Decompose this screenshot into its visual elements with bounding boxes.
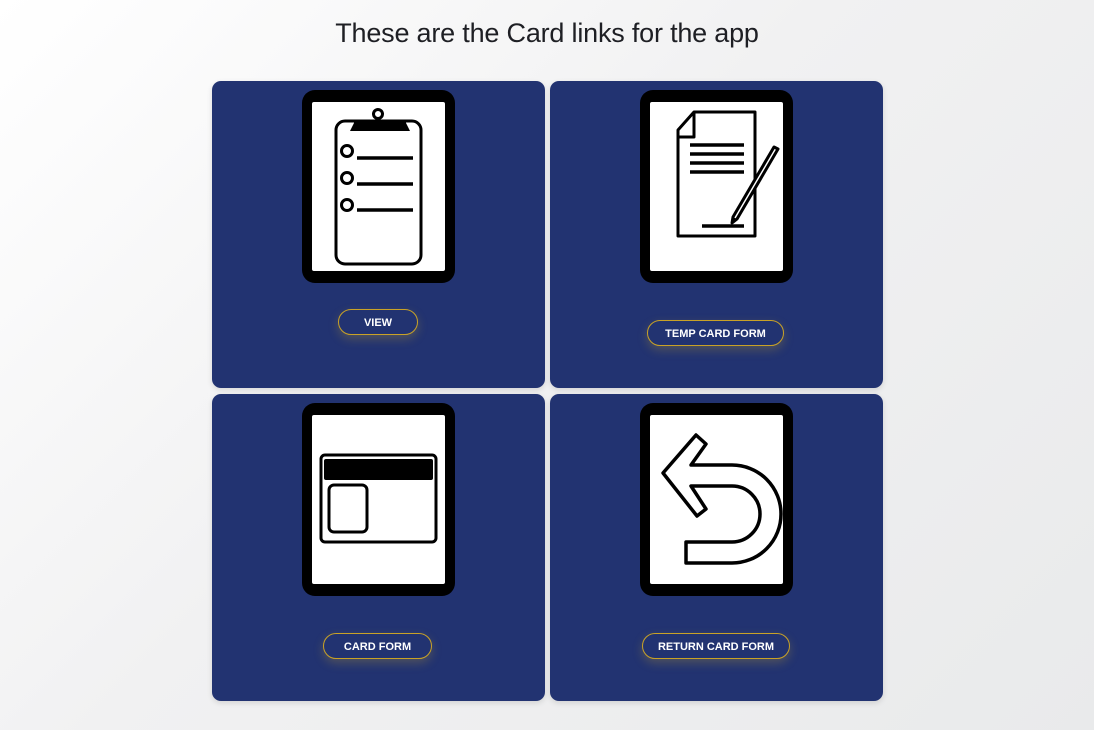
icon-tile <box>640 403 793 596</box>
page-title: These are the Card links for the app <box>335 18 759 48</box>
card-form-button[interactable]: CARD FORM <box>323 633 432 659</box>
card-return-card-form: RETURN CARD FORM <box>550 394 883 701</box>
id-card-icon <box>319 453 438 544</box>
card-temp-card-form: TEMP CARD FORM <box>550 81 883 388</box>
icon-tile <box>302 90 455 283</box>
return-arrow-icon <box>661 433 783 565</box>
document-pen-icon <box>676 110 780 238</box>
return-card-form-button[interactable]: RETURN CARD FORM <box>642 633 790 659</box>
view-button[interactable]: VIEW <box>338 309 418 335</box>
icon-tile <box>640 90 793 283</box>
clipboard-checklist-icon <box>334 108 423 266</box>
card-view: VIEW <box>212 81 545 388</box>
temp-card-form-button[interactable]: TEMP CARD FORM <box>647 320 784 346</box>
card-card-form: CARD FORM <box>212 394 545 701</box>
icon-tile <box>302 403 455 596</box>
